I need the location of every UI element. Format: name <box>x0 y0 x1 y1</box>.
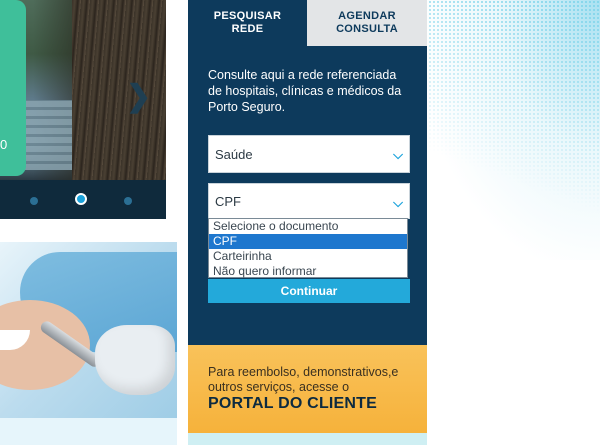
service-select[interactable]: Saúde ⌵ <box>208 135 410 173</box>
carousel-dot[interactable] <box>30 197 38 205</box>
document-select[interactable]: CPF ⌵ <box>208 183 410 219</box>
photo-gloved-hand <box>95 325 175 395</box>
carousel-building <box>20 100 80 170</box>
intro-text: Consulte aqui a rede referenciada de hos… <box>208 68 402 114</box>
portal-title[interactable]: PORTAL DO CLIENTE <box>208 395 377 413</box>
document-dropdown-list[interactable]: Selecione o documento CPF Carteirinha Nã… <box>208 218 408 278</box>
continue-button[interactable]: Continuar <box>208 279 410 303</box>
portal-cliente-banner[interactable]: Para reembolso, demonstrativos,e outros … <box>188 345 427 433</box>
dropdown-option[interactable]: Selecione o documento <box>209 219 407 234</box>
dropdown-option[interactable]: Carteirinha <box>209 249 407 264</box>
carousel-caption-text: 0 <box>0 137 8 152</box>
chevron-down-icon: ⌵ <box>393 147 403 162</box>
document-select-value: CPF <box>215 193 241 209</box>
left-bottom-strip <box>0 418 177 445</box>
dropdown-option-selected[interactable]: CPF <box>209 234 407 249</box>
tab-agendar-consulta[interactable]: AGENDAR CONSULTA <box>307 0 427 46</box>
chevron-right-icon[interactable]: ❯ <box>126 82 151 112</box>
tab-pesquisar-rede[interactable]: PESQUISAR REDE <box>188 0 307 46</box>
carousel-dot-active[interactable] <box>75 193 87 205</box>
service-select-value: Saúde <box>215 146 253 162</box>
hero-carousel[interactable]: 0 ❯ <box>0 0 166 219</box>
carousel-tree-trunk <box>72 0 166 180</box>
carousel-dot[interactable] <box>124 197 132 205</box>
panel-bottom-strip <box>188 433 427 445</box>
portal-subtitle: Para reembolso, demonstrativos,e outros … <box>208 365 399 394</box>
background-dot-pattern <box>420 0 600 240</box>
dropdown-option[interactable]: Não quero informar <box>209 264 407 279</box>
chevron-down-icon: ⌵ <box>393 195 403 210</box>
